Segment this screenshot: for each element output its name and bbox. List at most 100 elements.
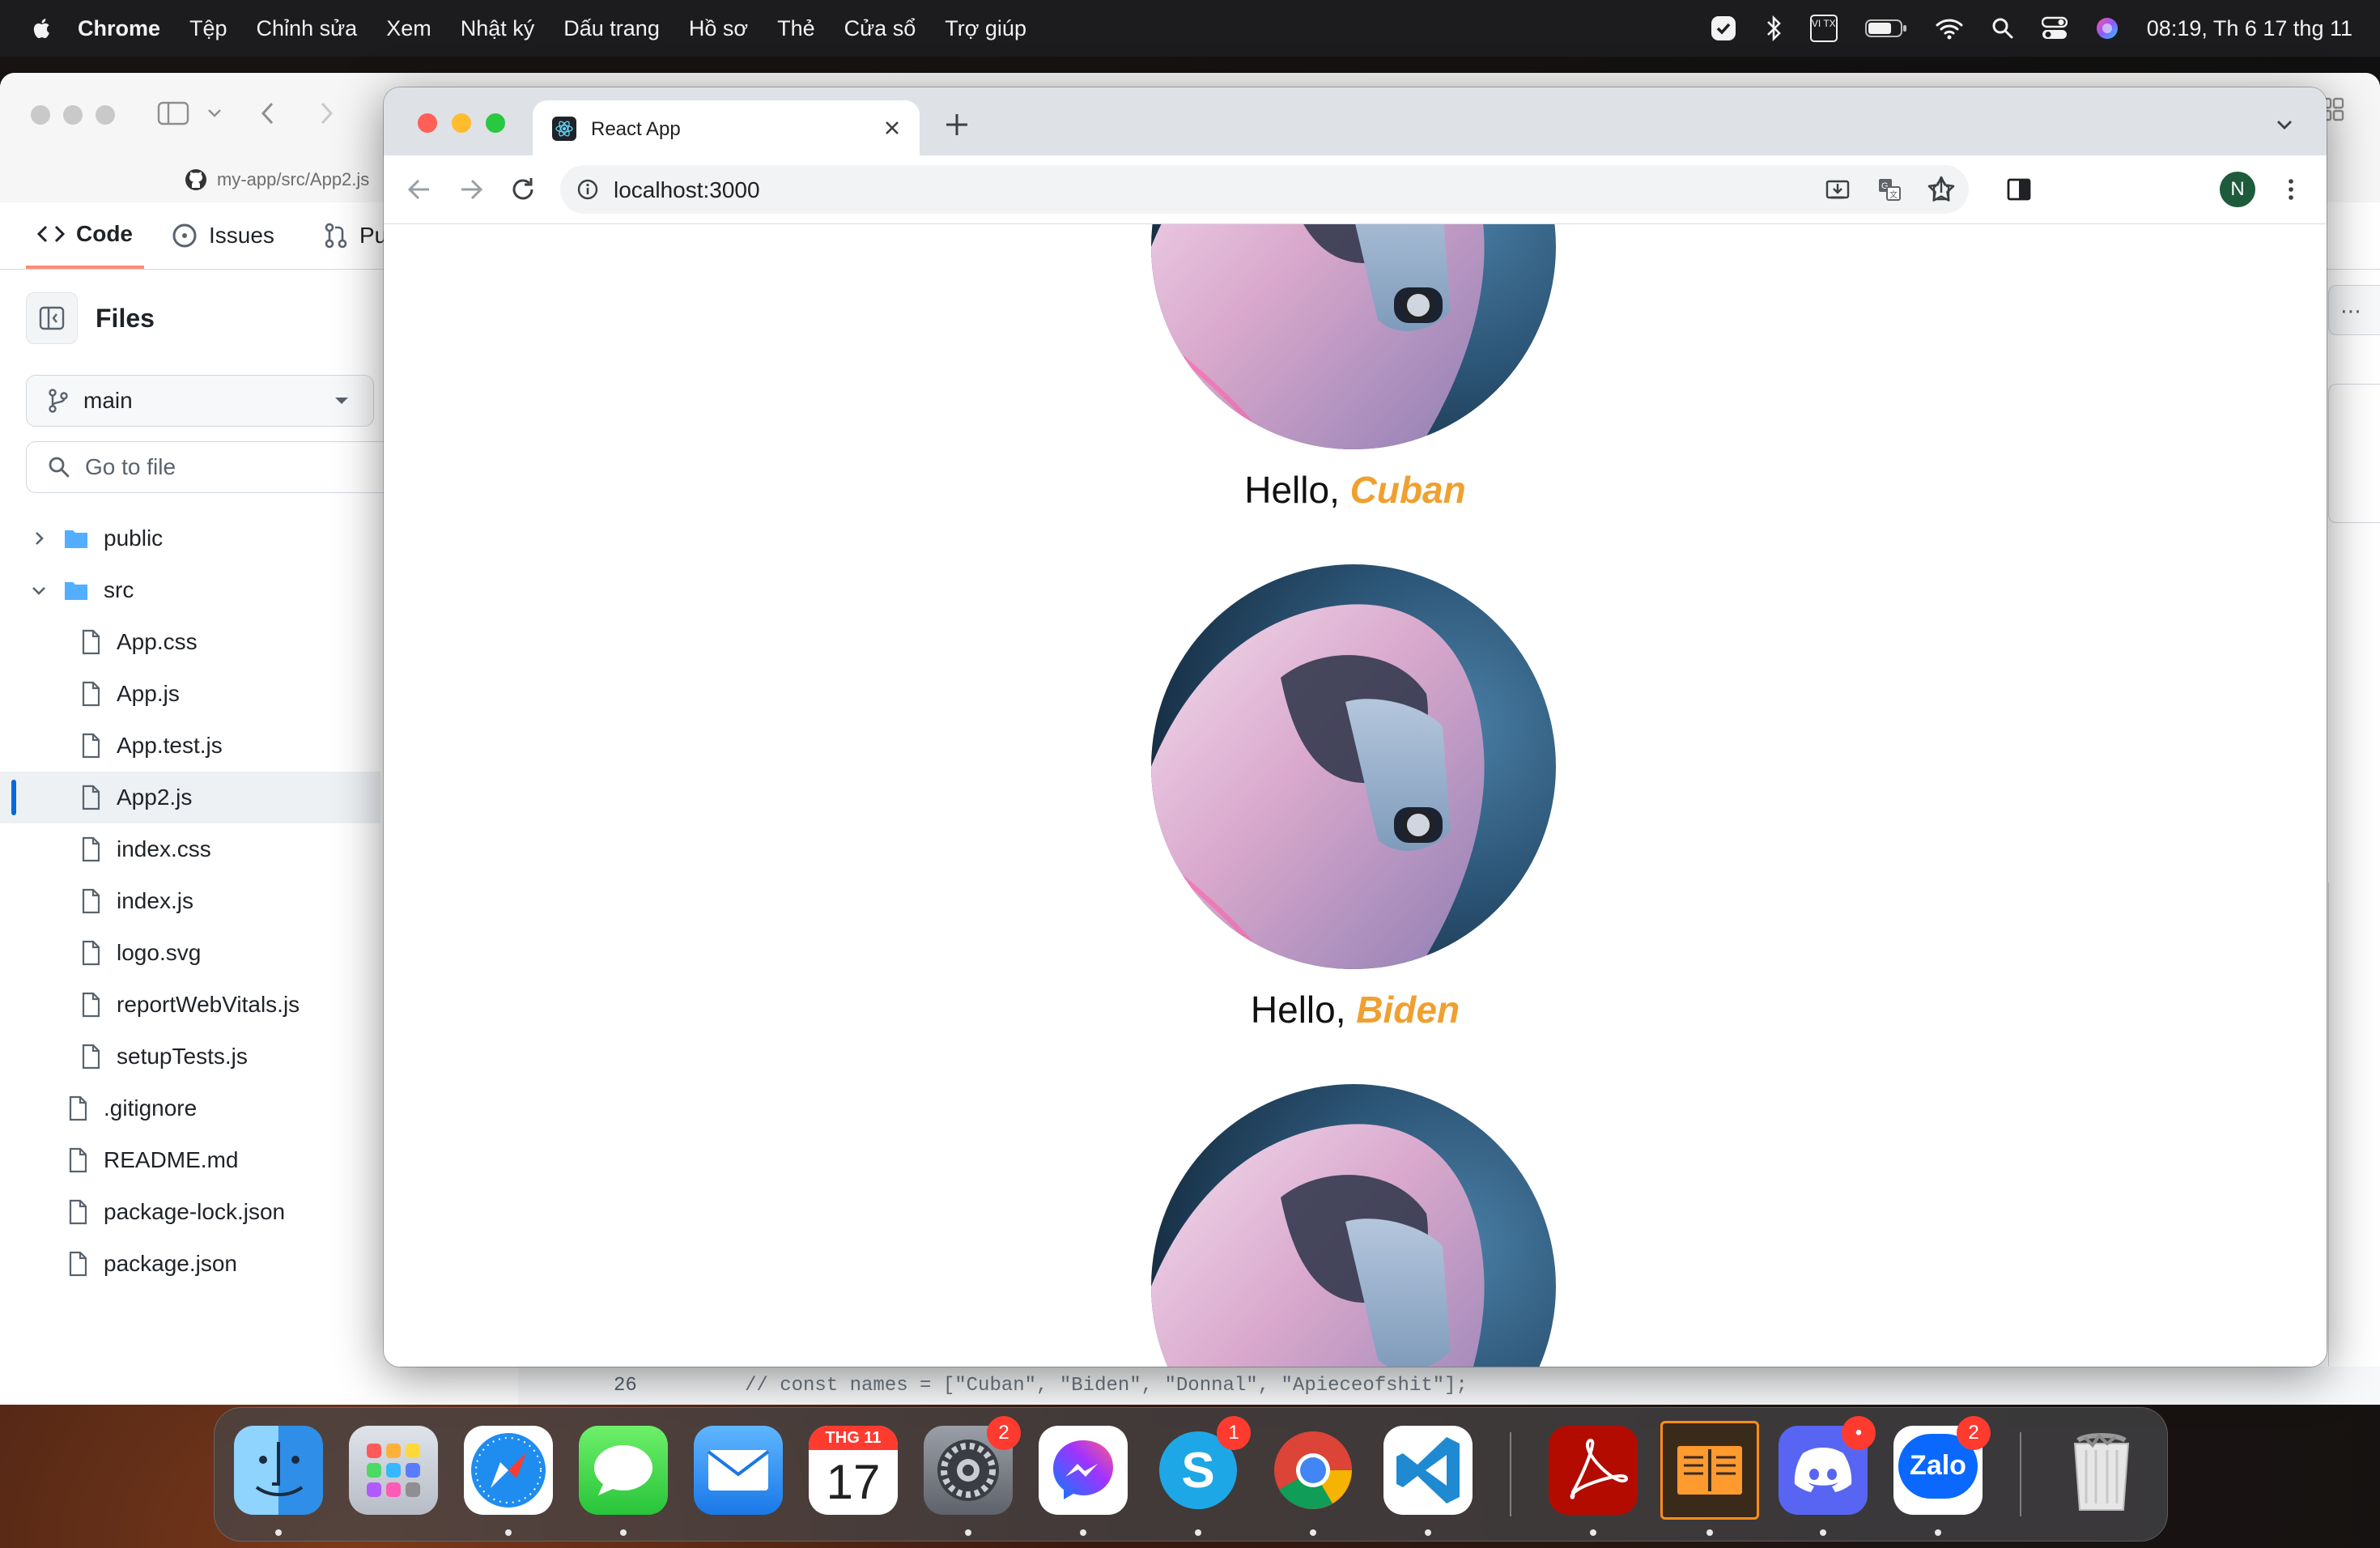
file-icon (69, 1199, 87, 1225)
back-arrow-icon[interactable] (259, 100, 277, 126)
zoom-window-button[interactable] (486, 113, 505, 133)
tree-item-public[interactable]: public (0, 512, 380, 564)
control-center-icon[interactable] (2041, 16, 2068, 40)
profile-initial: N (2230, 178, 2245, 200)
new-tab-plus-icon[interactable] (942, 110, 971, 139)
chevron-down-icon[interactable] (207, 107, 222, 118)
menu-app-name[interactable]: Chrome (78, 16, 160, 41)
tree-item-package-lock-json[interactable]: package-lock.json (0, 1186, 380, 1238)
menu-item-tab[interactable]: Thẻ (777, 16, 815, 41)
tree-item-label: App2.js (117, 785, 193, 810)
install-app-icon[interactable] (1825, 176, 1851, 202)
profile-photo (1151, 224, 1556, 449)
vscode-icon[interactable] (1383, 1426, 1473, 1515)
branch-selector[interactable]: main (26, 375, 374, 427)
calendar-month: THG 11 (809, 1426, 898, 1450)
tree-item-label: README.md (104, 1147, 239, 1172)
github-tab[interactable]: my-app/src/App2.js (185, 168, 369, 191)
menu-item-file[interactable]: Tệp (189, 16, 227, 41)
close-window-button[interactable] (418, 113, 437, 133)
browser-tab[interactable]: React App (533, 100, 920, 155)
close-tab-icon[interactable] (881, 117, 903, 139)
side-panel-icon[interactable] (2003, 173, 2035, 206)
forward-arrow-icon[interactable] (455, 173, 487, 206)
bookmark-star-icon[interactable] (1925, 173, 1957, 206)
chrome-tab-strip: React App (384, 87, 2327, 155)
trash-icon[interactable] (2057, 1426, 2146, 1515)
file-icon (82, 629, 100, 655)
tree-item-setuptests-js[interactable]: setupTests.js (0, 1031, 380, 1082)
greeting-name: Biden (1356, 989, 1460, 1031)
tree-item-app-js[interactable]: App.js (0, 668, 380, 720)
more-menu-icon[interactable] (2275, 173, 2307, 206)
site-info-icon[interactable] (576, 178, 599, 201)
tree-item-package-json[interactable]: package.json (0, 1238, 380, 1290)
tab-code[interactable]: Code (26, 202, 144, 269)
chrome-icon[interactable] (1269, 1426, 1358, 1515)
tree-item-index-css[interactable]: index.css (0, 823, 380, 875)
keyboard-input-icon[interactable]: VI TX (1809, 15, 1838, 42)
minimize-window-button[interactable] (63, 105, 83, 125)
translate-icon[interactable]: G文 (1876, 176, 1902, 202)
file-icon (82, 888, 100, 914)
bluetooth-icon[interactable] (1765, 15, 1783, 42)
file-icon (69, 1147, 87, 1173)
menu-item-edit[interactable]: Chỉnh sửa (257, 16, 358, 41)
profile-avatar[interactable]: N (2220, 172, 2255, 207)
menu-item-profiles[interactable]: Hồ sơ (689, 16, 748, 41)
address-bar[interactable]: localhost:3000 G文 (560, 165, 1969, 214)
calendar-icon[interactable]: THG 11 17 (809, 1426, 898, 1515)
chevron-down-icon[interactable] (31, 582, 47, 598)
tree-item-reportwebvitals-js[interactable]: reportWebVitals.js (0, 979, 380, 1031)
minimize-window-button[interactable] (452, 113, 471, 133)
tree-item-app-test-js[interactable]: App.test.js (0, 720, 380, 772)
safari-icon[interactable] (464, 1426, 553, 1515)
tab-search-chevron-icon[interactable] (2273, 113, 2296, 136)
close-window-button[interactable] (31, 105, 50, 125)
collapse-panel-icon[interactable] (26, 292, 78, 344)
tree-item-app2-js[interactable]: App2.js (0, 772, 380, 823)
tree-item-readme-md[interactable]: README.md (0, 1134, 380, 1186)
messenger-icon[interactable] (1039, 1426, 1128, 1515)
more-options-button[interactable]: ⋯ (2328, 285, 2380, 335)
finder-icon[interactable] (234, 1426, 323, 1515)
tree-item-gitignore[interactable]: .gitignore (0, 1082, 380, 1134)
go-to-file-input[interactable]: Go to file (26, 441, 400, 493)
menu-item-history[interactable]: Nhật ký (461, 16, 535, 41)
messages-icon[interactable] (579, 1426, 668, 1515)
mail-icon[interactable] (694, 1426, 783, 1515)
siri-icon[interactable] (2095, 16, 2119, 40)
menu-item-help[interactable]: Trợ giúp (945, 16, 1026, 41)
launchpad-icon[interactable] (349, 1426, 438, 1515)
tree-item-label: package-lock.json (104, 1199, 286, 1224)
spotlight-search-icon[interactable] (1991, 17, 2014, 40)
menu-item-view[interactable]: Xem (386, 16, 431, 41)
battery-icon[interactable] (1864, 18, 1907, 39)
settings-icon[interactable]: 2 (924, 1416, 1021, 1515)
tab-issues[interactable]: Issues (172, 202, 274, 269)
books-icon[interactable] (1660, 1421, 1759, 1520)
sidebar-toggle-icon[interactable] (157, 100, 189, 126)
tab-pull-requests[interactable]: Pu (324, 202, 387, 269)
skype-icon[interactable]: S 1 (1154, 1416, 1251, 1515)
chevron-right-icon[interactable] (31, 530, 47, 546)
tree-item-app-css[interactable]: App.css (0, 616, 380, 668)
tree-item-src[interactable]: src (0, 564, 380, 616)
tree-item-logo-svg[interactable]: logo.svg (0, 927, 380, 979)
forward-arrow-icon[interactable] (317, 100, 335, 126)
discord-icon[interactable]: • (1779, 1416, 1876, 1515)
menu-item-window[interactable]: Cửa sổ (844, 16, 916, 41)
checkmark-shield-icon[interactable] (1710, 15, 1737, 42)
menu-item-bookmarks[interactable]: Dấu trang (563, 16, 660, 41)
menu-clock[interactable]: 08:19, Th 6 17 thg 11 (2147, 16, 2352, 41)
zalo-icon[interactable]: Zalo 2 (1893, 1416, 1991, 1515)
wifi-icon[interactable] (1935, 17, 1964, 40)
issue-icon (172, 223, 197, 248)
acrobat-icon[interactable] (1549, 1426, 1638, 1515)
tree-item-index-js[interactable]: index.js (0, 875, 380, 927)
apple-logo-icon[interactable] (32, 18, 50, 39)
back-arrow-icon[interactable] (403, 173, 436, 206)
reload-icon[interactable] (507, 173, 539, 206)
zoom-window-button[interactable] (96, 105, 115, 125)
profile-photo (1151, 564, 1556, 969)
